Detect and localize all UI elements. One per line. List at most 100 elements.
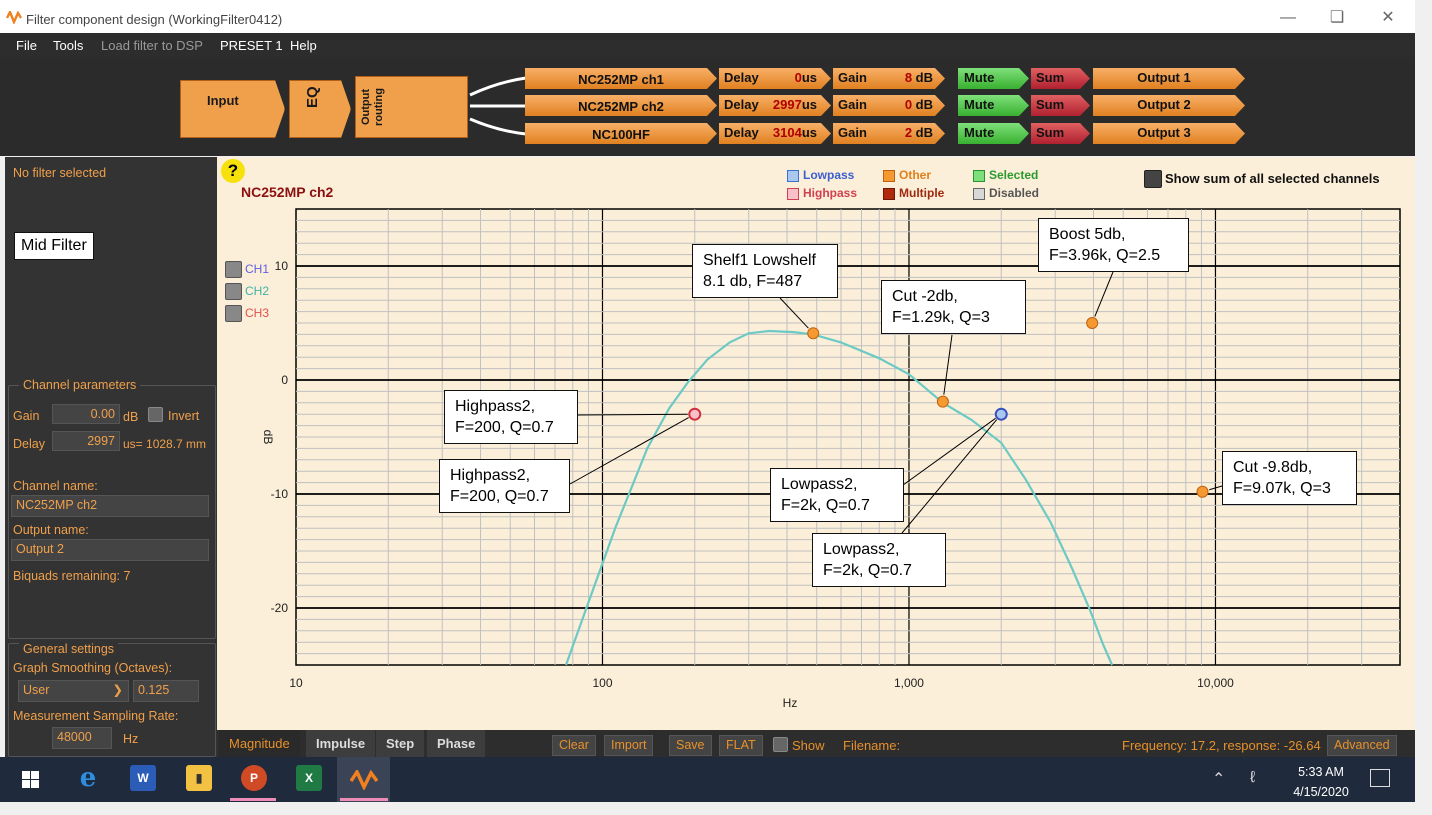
sum-button[interactable]: Sum	[1031, 95, 1090, 116]
delay-unit: us= 1028.7 mm	[123, 437, 206, 451]
annotation-callout: Cut -9.8db, F=9.07k, Q=3	[1222, 451, 1357, 505]
output-name-input[interactable]: Output 2	[11, 539, 209, 561]
gain-number: 0	[905, 97, 916, 112]
word-icon[interactable]: W	[130, 765, 156, 791]
minimize-button[interactable]: —	[1268, 7, 1308, 29]
close-button[interactable]: ✕	[1368, 7, 1408, 29]
delay-input[interactable]: 2997	[52, 431, 120, 451]
delay-value: 0us	[795, 68, 817, 87]
sidebar: No filter selected Mid Filter Channel pa…	[5, 157, 217, 757]
delay-value: 3104us	[773, 123, 817, 142]
annotation-callout: Cut -2db, F=1.29k, Q=3	[881, 280, 1026, 334]
clock[interactable]: 5:33 AM 4/15/2020	[1286, 762, 1356, 802]
annotation-line: F=1.29k, Q=3	[892, 307, 1015, 328]
gain-value: 2 dB	[905, 123, 933, 142]
eq-block[interactable]: EQ	[289, 80, 351, 138]
import-button[interactable]: Import	[604, 735, 653, 756]
filter-marker-highpass[interactable]	[689, 409, 700, 420]
show-checkbox[interactable]	[773, 737, 788, 752]
annotation-line: F=2k, Q=0.7	[823, 560, 935, 581]
gain-number: 2	[905, 125, 916, 140]
menu-preset[interactable]: PRESET 1	[220, 38, 283, 53]
gain-chip[interactable]: Gain 0 dB	[833, 95, 945, 116]
filter-marker-other[interactable]	[937, 396, 948, 407]
excel-icon[interactable]: X	[296, 765, 322, 791]
channel-name-chip[interactable]: NC100HF	[525, 123, 717, 144]
delay-chip[interactable]: Delay 2997us	[719, 95, 831, 116]
gain-label: Gain	[13, 409, 39, 423]
powerpoint-icon[interactable]: P	[241, 765, 267, 791]
x-tick-label: 10	[289, 676, 303, 690]
pen-icon[interactable]: ℓ	[1250, 769, 1255, 787]
filter-design-app-icon[interactable]	[350, 770, 378, 790]
tab-magnitude[interactable]: Magnitude	[219, 730, 300, 757]
tab-step[interactable]: Step	[376, 730, 424, 757]
magnitude-plot[interactable]: 100-10-2010 100 1,000 10,000HzdB	[217, 157, 1415, 730]
notification-icon[interactable]	[1370, 769, 1390, 787]
chevron-up-icon[interactable]: ⌃	[1212, 769, 1225, 789]
mute-button[interactable]: Mute	[958, 68, 1029, 89]
chevron-down-icon: ❯	[113, 682, 123, 697]
annotation-line: Shelf1 Lowshelf	[703, 250, 827, 271]
tab-phase[interactable]: Phase	[427, 730, 485, 757]
output-chip[interactable]: Output 3	[1093, 123, 1245, 144]
save-button[interactable]: Save	[669, 735, 712, 756]
running-indicator	[340, 798, 388, 801]
tab-impulse[interactable]: Impulse	[306, 730, 375, 757]
output-routing-block[interactable]: Output routing	[355, 76, 468, 138]
menu-help[interactable]: Help	[290, 38, 317, 53]
filter-marker-other[interactable]	[1197, 486, 1208, 497]
filter-marker-other[interactable]	[1087, 318, 1098, 329]
filter-marker-other[interactable]	[808, 328, 819, 339]
output-chip[interactable]: Output 2	[1093, 95, 1245, 116]
restore-button[interactable]: ❏	[1317, 7, 1357, 29]
gain-value: 0 dB	[905, 95, 933, 114]
annotation-line: F=3.96k, Q=2.5	[1049, 245, 1178, 266]
smoothing-value-input[interactable]: 0.125	[133, 680, 199, 702]
sampling-unit: Hz	[123, 732, 138, 746]
annotation-line: F=200, Q=0.7	[450, 486, 559, 507]
gain-input[interactable]: 0.00	[52, 404, 120, 424]
delay-label: Delay	[13, 437, 45, 451]
sampling-label: Measurement Sampling Rate:	[13, 709, 178, 723]
menu-file[interactable]: File	[16, 38, 37, 53]
sum-button[interactable]: Sum	[1031, 123, 1090, 144]
gain-value: 8 dB	[905, 68, 933, 87]
y-axis-label: dB	[261, 430, 275, 445]
pipeline-toolbar: Input EQ Output routing NC252MP ch1 Delay…	[0, 57, 1415, 156]
channel-name-chip[interactable]: NC252MP ch1	[525, 68, 717, 89]
channel-name: NC252MP ch2	[578, 99, 664, 114]
flat-button[interactable]: FLAT	[719, 735, 763, 756]
windows-start-icon[interactable]	[22, 771, 39, 788]
title-bar: Filter component design (WorkingFilter04…	[0, 0, 1415, 33]
channel-name-chip[interactable]: NC252MP ch2	[525, 95, 717, 116]
output-chip[interactable]: Output 1	[1093, 68, 1245, 89]
gain-unit: dB	[123, 410, 138, 424]
edge-browser-icon[interactable]: e	[75, 765, 101, 791]
status-readout: Frequency: 17.2, response: -26.64	[1122, 738, 1321, 753]
delay-unit: us	[802, 97, 817, 112]
gain-chip[interactable]: Gain 2 dB	[833, 123, 945, 144]
menu-load-filter[interactable]: Load filter to DSP	[101, 38, 203, 53]
sampling-rate-input[interactable]: 48000	[52, 727, 112, 749]
delay-unit: us	[802, 70, 817, 85]
smoothing-mode-select[interactable]: User ❯	[18, 680, 129, 702]
graph-panel: ? NC252MP ch2 Lowpass Highpass Other Multip…	[217, 157, 1415, 730]
advanced-button[interactable]: Advanced	[1327, 735, 1397, 756]
delay-unit: us	[802, 125, 817, 140]
mute-button[interactable]: Mute	[958, 123, 1029, 144]
input-block[interactable]: Input	[180, 80, 285, 138]
gain-chip[interactable]: Gain 8 dB	[833, 68, 945, 89]
mid-filter-label: Mid Filter	[14, 232, 94, 260]
file-explorer-icon[interactable]: ▮	[186, 765, 212, 791]
channel-name-input[interactable]: NC252MP ch2	[11, 495, 209, 517]
sum-button[interactable]: Sum	[1031, 68, 1090, 89]
mute-button[interactable]: Mute	[958, 95, 1029, 116]
invert-checkbox[interactable]	[148, 407, 163, 422]
delay-chip[interactable]: Delay 0us	[719, 68, 831, 89]
annotation-line: 8.1 db, F=487	[703, 271, 827, 292]
delay-chip[interactable]: Delay 3104us	[719, 123, 831, 144]
menu-tools[interactable]: Tools	[53, 38, 83, 53]
clear-button[interactable]: Clear	[552, 735, 596, 756]
filter-marker-lowpass[interactable]	[996, 409, 1007, 420]
